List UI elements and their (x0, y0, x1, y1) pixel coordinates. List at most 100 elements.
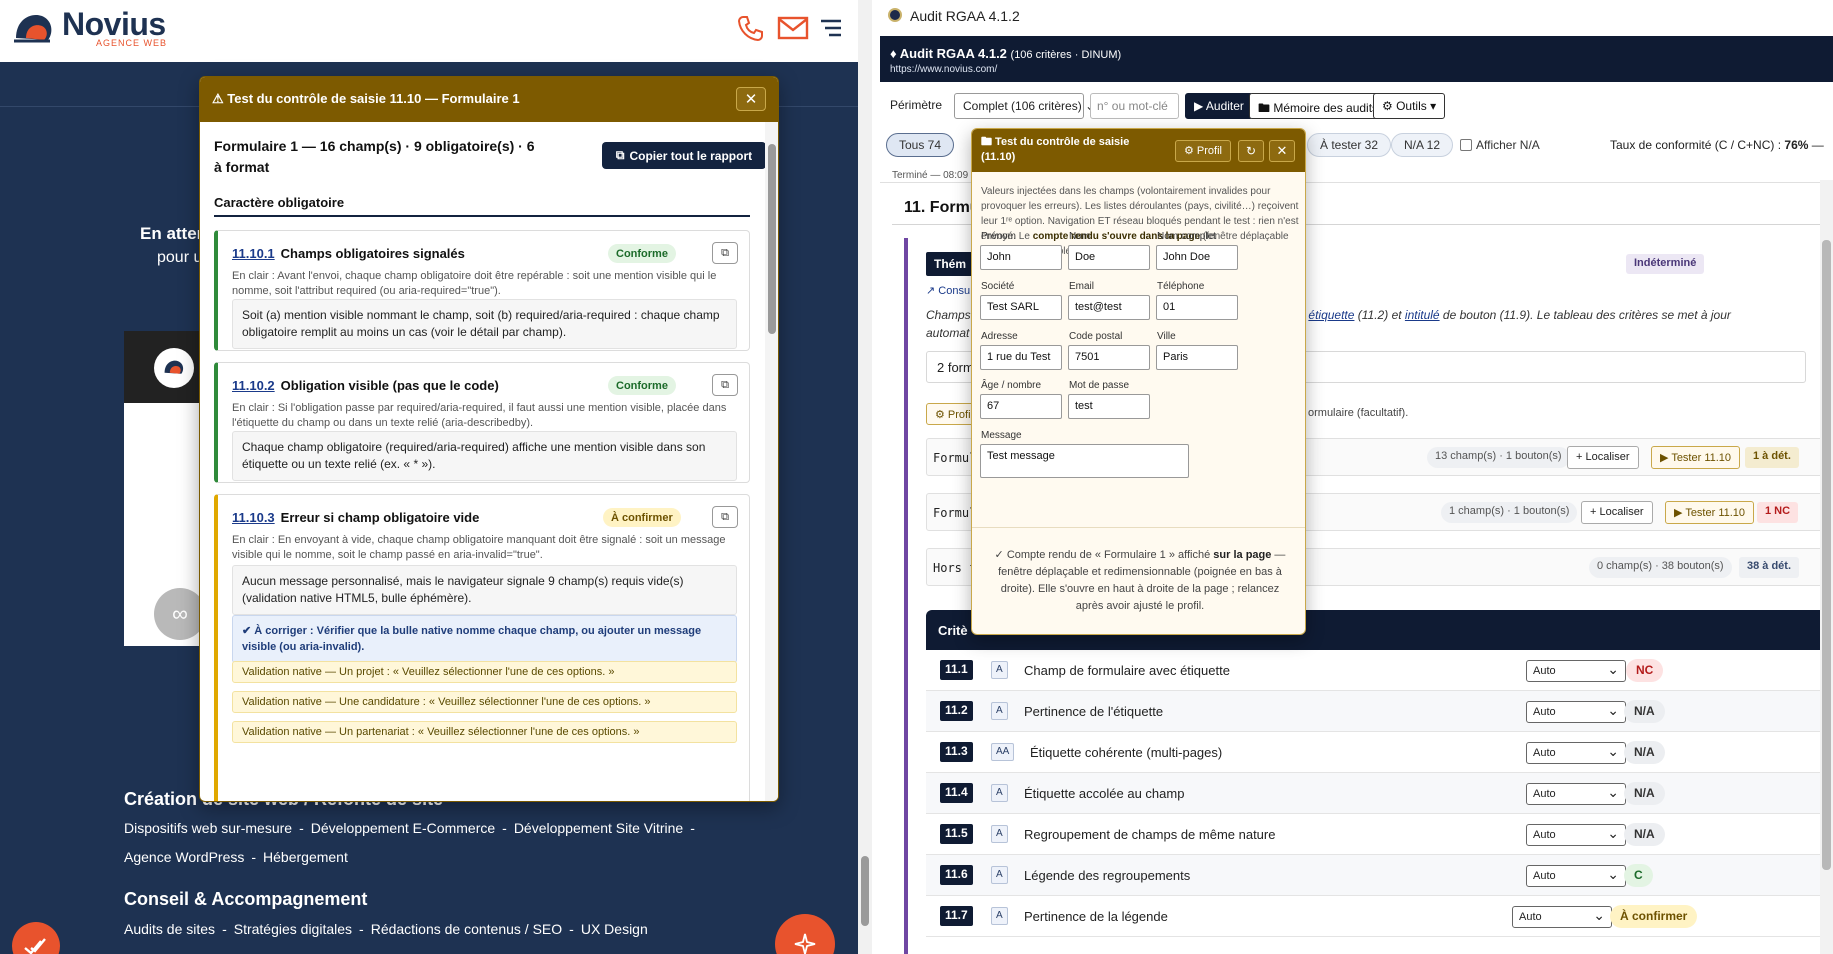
panel-scrollbar[interactable] (1820, 180, 1833, 954)
link-audits[interactable]: Audits de sites (124, 921, 215, 937)
copy-icon[interactable]: ⧉ (712, 506, 738, 528)
conformity-tail: — (1808, 138, 1824, 152)
criterion-row[interactable]: 11.5 A Regroupement de champs de même na… (926, 814, 1826, 855)
criterion-row[interactable]: 11.7 A Pertinence de la légende Auto À c… (926, 896, 1826, 937)
criterion-label: Pertinence de la légende (1024, 909, 1168, 924)
link-hebergement[interactable]: Hébergement (263, 849, 348, 865)
criterion-id[interactable]: 11.3 (940, 742, 973, 762)
criterion-row[interactable]: 11.6 A Légende des regroupements Auto C (926, 855, 1826, 896)
button-name-link[interactable]: intitulé (1405, 308, 1440, 322)
link-strategies[interactable]: Stratégies digitales (234, 921, 352, 937)
criterion-row[interactable]: 11.2 A Pertinence de l'étiquette Auto N/… (926, 691, 1826, 732)
dialog-scrollbar[interactable] (765, 122, 778, 801)
popup-header[interactable]: 🖿 Test du contrôle de saisie (11.10) ⚙ P… (972, 129, 1305, 172)
copy-icon[interactable]: ⧉ (712, 242, 738, 264)
criterion-id[interactable]: 11.6 (940, 865, 973, 885)
consult-link[interactable]: ↗ Consu (926, 284, 970, 297)
run-audit-button[interactable]: ▶ Auditer (1185, 93, 1253, 119)
separator: - (251, 849, 257, 865)
link-ux[interactable]: UX Design (581, 921, 648, 937)
audited-url[interactable]: https://www.novius.com/ (890, 64, 997, 75)
dialog-body: Formulaire 1 — 16 champ(s) · 9 obligatoi… (214, 122, 766, 801)
link-redaction[interactable]: Rédactions de contenus / SEO (371, 921, 562, 937)
menu-icon[interactable] (818, 16, 844, 40)
field-label: Nom complet (1157, 231, 1216, 242)
criterion-id[interactable]: 11.2 (940, 701, 973, 721)
left-scrollbar[interactable] (858, 0, 872, 954)
close-button[interactable]: ✕ (1269, 140, 1295, 162)
accessibility-fab[interactable] (12, 922, 60, 954)
scroll-thumb[interactable] (1822, 240, 1831, 870)
phone-icon[interactable] (736, 13, 766, 43)
criterion-row[interactable]: 11.3 AA Étiquette cohérente (multi-pages… (926, 732, 1826, 773)
company-input[interactable]: Test SARL (980, 295, 1062, 320)
mode-select[interactable]: Auto (1512, 906, 1612, 928)
close-button[interactable]: ✕ (736, 87, 766, 111)
mode-select[interactable]: Auto (1526, 824, 1626, 846)
test-11-10-button[interactable]: ▶ Tester 11.10 (1651, 446, 1741, 469)
filter-all[interactable]: Tous 74 (886, 133, 955, 157)
form-name: Hors f (933, 561, 977, 575)
link-wordpress[interactable]: Agence WordPress (124, 849, 244, 865)
scroll-thumb[interactable] (861, 856, 869, 926)
test-11-10-button[interactable]: ▶ Tester 11.10 (1665, 501, 1755, 524)
criterion-row[interactable]: 11.4 A Étiquette accolée au champ Auto N… (926, 773, 1826, 814)
profile-button[interactable]: ⚙ Profil (1175, 140, 1231, 162)
copy-report-button[interactable]: ⧉ Copier tout le rapport (602, 142, 766, 169)
dialog-header[interactable]: ⚠ Test du contrôle de saisie 11.10 — For… (200, 77, 778, 122)
locate-button[interactable]: + Localiser (1567, 446, 1639, 469)
postcode-input[interactable]: 7501 (1068, 345, 1150, 370)
label-link[interactable]: étiquette (1308, 308, 1354, 322)
novius-logo-icon[interactable] (12, 8, 56, 50)
password-input[interactable]: test (1068, 394, 1150, 419)
checkbox-icon[interactable] (1460, 139, 1472, 151)
scroll-thumb[interactable] (768, 144, 776, 334)
phone-input[interactable]: 01 (1156, 295, 1238, 320)
email-field[interactable]: test@test (1068, 295, 1150, 320)
lastname-input[interactable]: Doe (1068, 245, 1150, 270)
mode-select[interactable]: Auto (1526, 701, 1626, 723)
sparkle-fab[interactable] (775, 914, 835, 954)
filter-to-test[interactable]: À tester 32 (1307, 133, 1392, 157)
mode-select[interactable]: Auto (1526, 783, 1626, 805)
age-input[interactable]: 67 (980, 394, 1062, 419)
reload-icon[interactable]: ↻ (1238, 140, 1264, 162)
criterion-link[interactable]: 11.10.1 (232, 246, 275, 261)
mode-select[interactable]: Auto (1526, 660, 1626, 682)
criterion-id[interactable]: 11.5 (940, 824, 973, 844)
tools-button[interactable]: ⚙ Outils ▾ (1373, 93, 1446, 119)
field-label: Société (981, 281, 1015, 292)
criterion-id[interactable]: 11.4 (940, 783, 973, 803)
copy-icon[interactable]: ⧉ (712, 374, 738, 396)
audit-memory-button[interactable]: 🖿 Mémoire des audits (1249, 93, 1388, 119)
search-input[interactable]: n° ou mot-clé (1090, 93, 1179, 119)
criterion-row[interactable]: 11.1 A Champ de formulaire avec étiquett… (926, 650, 1826, 691)
link-sur-mesure[interactable]: Dispositifs web sur-mesure (124, 820, 292, 836)
filter-na[interactable]: N/A 12 (1391, 133, 1454, 157)
criterion-link[interactable]: 11.10.2 (232, 378, 275, 393)
locate-button[interactable]: + Localiser (1581, 501, 1653, 524)
scope-select[interactable]: Complet (106 critères) ⌄ (954, 93, 1095, 119)
mode-select[interactable]: Auto (1526, 865, 1626, 887)
link-vitrine[interactable]: Développement Site Vitrine (514, 820, 683, 836)
mode-select[interactable]: Auto (1526, 742, 1626, 764)
link-ecommerce[interactable]: Développement E-Commerce (311, 820, 495, 836)
mail-icon[interactable] (777, 15, 809, 41)
city-input[interactable]: Paris (1156, 345, 1238, 370)
address-input[interactable]: 1 rue du Test (980, 345, 1062, 370)
criterion-id[interactable]: 11.1 (940, 660, 973, 680)
message-textarea[interactable]: Test message (980, 444, 1189, 478)
separator: - (569, 921, 574, 937)
show-na-checkbox[interactable]: Afficher N/A (1460, 138, 1540, 152)
status-badge: À confirmer (603, 508, 681, 527)
section-title-conseil: Conseil & Accompagnement (124, 889, 368, 909)
criterion-label: Regroupement de champs de même nature (1024, 827, 1276, 842)
criterion-id[interactable]: 11.7 (940, 906, 973, 926)
criterion-link[interactable]: 11.10.3 (232, 510, 275, 525)
firstname-input[interactable]: John (980, 245, 1062, 270)
report-notice: ✓ Compte rendu de « Formulaire 1 » affic… (992, 547, 1288, 615)
fullname-input[interactable]: John Doe (1156, 245, 1238, 270)
criterion-label: Champ de formulaire avec étiquette (1024, 663, 1230, 678)
section-divider (214, 215, 750, 217)
field-label: Email (1069, 281, 1095, 292)
